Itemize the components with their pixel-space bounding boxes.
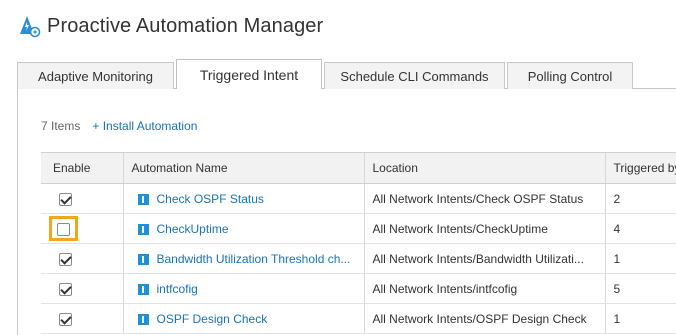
column-header-automation-name[interactable]: Automation Name: [122, 152, 364, 184]
intent-type-icon: [137, 193, 149, 205]
tab-polling-control[interactable]: Polling Control: [507, 62, 633, 89]
location-cell: All Network Intents/intfcofig: [363, 273, 605, 304]
enable-checkbox[interactable]: [59, 312, 72, 326]
intent-type-icon: [137, 283, 149, 295]
name-cell: OSPF Design Check: [122, 303, 364, 334]
automation-name-link[interactable]: OSPF Design Check: [157, 312, 268, 326]
page-header: Proactive Automation Manager: [17, 12, 323, 40]
item-count: 7 Items: [41, 119, 81, 133]
triggered-cell: 2: [604, 183, 676, 214]
automation-name-link[interactable]: Check OSPF Status: [157, 192, 264, 206]
enable-checkbox[interactable]: [59, 192, 72, 206]
table-header-row: Enable Automation Name Location Triggere…: [41, 152, 676, 184]
triggered-cell: 4: [604, 213, 676, 244]
intent-type-icon: [137, 223, 149, 235]
name-cell: Bandwidth Utilization Threshold ch...: [122, 243, 364, 274]
triggered-cell: 1: [604, 243, 676, 274]
enable-cell: [41, 183, 123, 214]
checkbox-highlight: [49, 216, 78, 241]
automation-name-link[interactable]: intfcofig: [157, 282, 198, 296]
install-automation-link[interactable]: + Install Automation: [92, 119, 197, 133]
location-cell: All Network Intents/OSPF Design Check: [363, 303, 605, 334]
enable-cell: [41, 303, 123, 334]
intent-type-icon: [137, 253, 149, 265]
tab-schedule-cli-commands[interactable]: Schedule CLI Commands: [324, 62, 505, 89]
triggered-cell: 1: [604, 303, 676, 334]
automation-table: Enable Automation Name Location Triggere…: [41, 152, 676, 334]
enable-cell: [41, 273, 123, 304]
automation-name-link[interactable]: Bandwidth Utilization Threshold ch...: [157, 252, 351, 266]
table-row: Bandwidth Utilization Threshold ch... Al…: [41, 243, 676, 274]
enable-checkbox[interactable]: [57, 222, 70, 236]
location-cell: All Network Intents/Bandwidth Utilizati.…: [363, 243, 605, 274]
name-cell: intfcofig: [122, 273, 364, 304]
triggered-cell: 5: [604, 273, 676, 304]
tab-triggered-intent[interactable]: Triggered Intent: [176, 59, 322, 89]
intent-type-icon: [137, 313, 149, 325]
enable-cell: [41, 213, 123, 244]
column-header-triggered-by[interactable]: Triggered by: [604, 152, 676, 184]
automation-name-link[interactable]: CheckUptime: [157, 222, 229, 236]
table-row: CheckUptime All Network Intents/CheckUpt…: [41, 213, 676, 244]
enable-checkbox[interactable]: [59, 252, 72, 266]
column-header-location[interactable]: Location: [363, 152, 605, 184]
name-cell: Check OSPF Status: [122, 183, 364, 214]
column-header-enable[interactable]: Enable: [41, 152, 123, 184]
enable-cell: [41, 243, 123, 274]
location-cell: All Network Intents/Check OSPF Status: [363, 183, 605, 214]
tab-adaptive-monitoring[interactable]: Adaptive Monitoring: [17, 62, 174, 89]
table-toolbar: 7 Items + Install Automation: [41, 119, 197, 133]
automation-gear-icon: [17, 14, 41, 38]
table-row: intfcofig All Network Intents/intfcofig …: [41, 273, 676, 304]
name-cell: CheckUptime: [122, 213, 364, 244]
location-cell: All Network Intents/CheckUptime: [363, 213, 605, 244]
tab-bar: Adaptive Monitoring Triggered Intent Sch…: [17, 59, 635, 89]
table-row: Check OSPF Status All Network Intents/Ch…: [41, 183, 676, 214]
page-title: Proactive Automation Manager: [47, 14, 324, 37]
enable-checkbox[interactable]: [59, 282, 72, 296]
panel-border: [17, 88, 18, 335]
table-row: OSPF Design Check All Network Intents/OS…: [41, 303, 676, 334]
